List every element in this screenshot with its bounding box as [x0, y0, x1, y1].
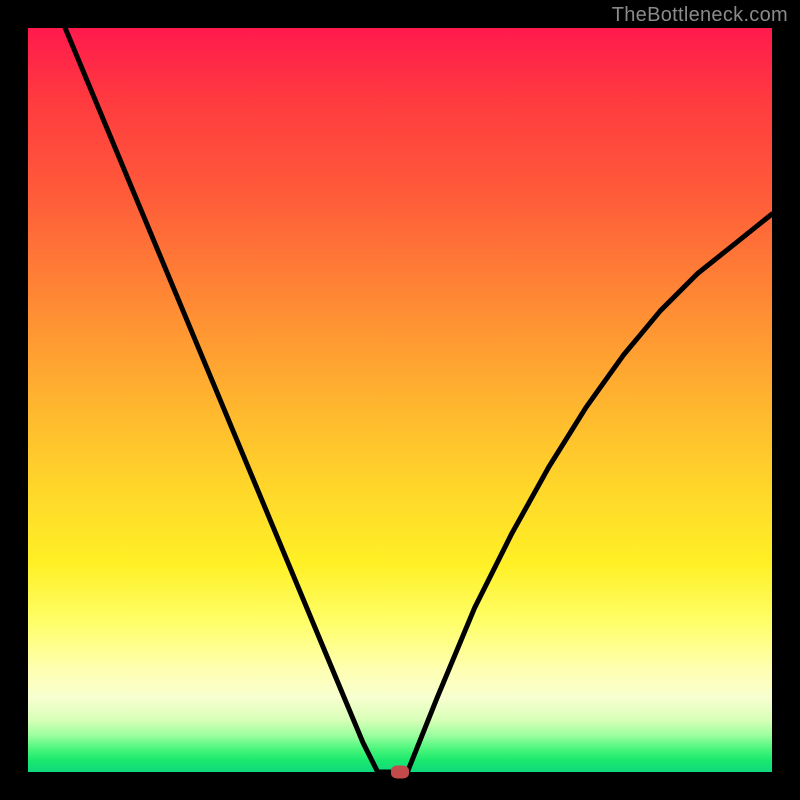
plot-area — [28, 28, 772, 772]
min-marker — [391, 766, 409, 779]
curve-path — [65, 28, 772, 772]
outer-frame: TheBottleneck.com — [0, 0, 800, 800]
watermark-text: TheBottleneck.com — [612, 4, 788, 27]
bottleneck-curve — [28, 28, 772, 772]
